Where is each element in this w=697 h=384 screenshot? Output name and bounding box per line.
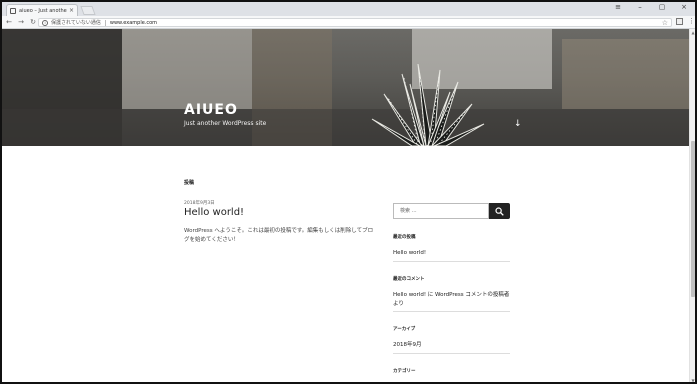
window-controls: ≡ – ▢ ×: [613, 3, 689, 11]
browser-toolbar: ← → ↻ i 保護されていない通信 www.example.com ☆: [2, 16, 695, 29]
minimize-icon[interactable]: –: [635, 3, 645, 11]
profile-icon[interactable]: ≡: [613, 3, 623, 11]
post-date[interactable]: 2018年9月3日: [184, 200, 215, 206]
maximize-icon[interactable]: ▢: [657, 3, 667, 11]
browser-window: aiueo – Just another Wo × ≡ – ▢ × ← → ↻ …: [0, 0, 697, 384]
tab-title: aiueo – Just another Wo: [19, 7, 67, 14]
close-window-icon[interactable]: ×: [679, 3, 689, 11]
security-status: 保護されていない通信: [51, 20, 101, 26]
archive-link[interactable]: 2018年9月: [393, 341, 422, 350]
plant-image: [371, 64, 485, 146]
recent-comment-link[interactable]: Hello world! に WordPress コメントの投稿者 より: [393, 291, 513, 309]
archives-heading: アーカイブ: [393, 327, 416, 332]
post-excerpt: WordPress へようこそ。これは最初の投稿です。編集もしくは削除してブログ…: [184, 228, 374, 243]
recent-posts-heading: 最近の投稿: [393, 235, 416, 240]
page-scrollbar[interactable]: ▲ ▼: [689, 29, 695, 382]
site-title[interactable]: AIUEO: [184, 102, 238, 118]
bookmark-star-icon[interactable]: ☆: [662, 19, 668, 27]
info-icon[interactable]: i: [42, 19, 48, 26]
categories-heading: カテゴリー: [393, 369, 416, 374]
search-icon: [495, 207, 504, 216]
extension-icon[interactable]: [676, 18, 683, 25]
scrollbar-thumb[interactable]: [691, 141, 695, 297]
recent-comments-heading: 最近のコメント: [393, 277, 425, 282]
url-text[interactable]: www.example.com: [110, 20, 157, 26]
back-icon[interactable]: ←: [4, 18, 14, 26]
search-input[interactable]: 検索 …: [393, 203, 489, 219]
scroll-down-arrow-icon[interactable]: ▼: [690, 378, 695, 382]
site-header-image: AIUEO Just another WordPress site ↓: [2, 29, 689, 146]
recent-post-link[interactable]: Hello world!: [393, 249, 426, 258]
post-title[interactable]: Hello world!: [184, 207, 244, 218]
divider: [393, 353, 510, 354]
divider: [393, 311, 510, 312]
tab-strip: aiueo – Just another Wo × ≡ – ▢ ×: [2, 2, 695, 16]
new-tab-button[interactable]: [80, 6, 96, 15]
tab-close-icon[interactable]: ×: [69, 7, 74, 14]
page-favicon-icon: [10, 7, 16, 14]
page-viewport: AIUEO Just another WordPress site ↓ 投稿 2…: [2, 29, 689, 382]
address-bar[interactable]: i 保護されていない通信 www.example.com ☆: [38, 18, 672, 27]
scroll-down-icon[interactable]: ↓: [514, 119, 522, 129]
page-heading: 投稿: [184, 180, 195, 186]
forward-icon[interactable]: →: [16, 18, 26, 26]
search-button[interactable]: [489, 203, 510, 219]
browser-tab[interactable]: aiueo – Just another Wo ×: [6, 4, 78, 16]
reload-icon[interactable]: ↻: [28, 18, 38, 26]
scroll-up-icon[interactable]: ▲: [690, 30, 695, 35]
divider: [393, 261, 510, 262]
site-tagline: Just another WordPress site: [184, 120, 267, 127]
address-separator: [104, 19, 106, 26]
browser-menu-icon[interactable]: ⋮: [688, 17, 695, 25]
